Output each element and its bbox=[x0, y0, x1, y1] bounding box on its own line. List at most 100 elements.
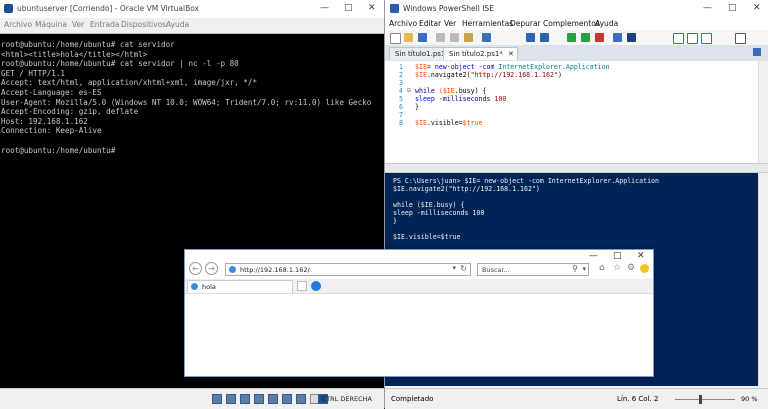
layout-top-icon[interactable] bbox=[673, 33, 684, 44]
commands-pane-icon[interactable] bbox=[735, 33, 746, 44]
ise-window-title: Windows PowerShell ISE bbox=[403, 4, 494, 13]
tab-close-icon[interactable]: ✕ bbox=[508, 48, 514, 61]
console-line: PS C:\Users\juan> $IE= new-object -com I… bbox=[393, 177, 659, 185]
favorites-icon[interactable]: ☆ bbox=[613, 263, 621, 273]
copy-icon[interactable] bbox=[450, 33, 459, 42]
menu-herramientas[interactable]: Herramientas bbox=[462, 19, 513, 28]
minimize-icon[interactable]: — bbox=[320, 3, 329, 13]
settings-gear-icon[interactable]: ⚙ bbox=[627, 263, 635, 273]
open-folder-icon[interactable] bbox=[404, 33, 413, 42]
minimize-icon[interactable]: — bbox=[589, 251, 598, 261]
powershell-console-icon[interactable] bbox=[627, 33, 636, 42]
close-icon[interactable]: ✕ bbox=[753, 3, 761, 13]
console-line: ​ bbox=[393, 225, 759, 233]
close-icon[interactable]: ✕ bbox=[637, 251, 645, 261]
internet-explorer-window: — □ ✕ ← → http://192.168.1.162/ ↻ ▾ Busc… bbox=[184, 249, 654, 377]
tab-sin-titulo2[interactable]: Sin título2.ps1* ✕ bbox=[443, 47, 518, 60]
cursor-position: Lín. 6 Col. 2 bbox=[617, 395, 659, 403]
menu-ayuda[interactable]: Ayuda bbox=[166, 20, 189, 29]
menu-editar[interactable]: Editar bbox=[419, 19, 441, 28]
terminal-line: GET / HTTP/1.1 bbox=[1, 68, 66, 78]
layout-right-icon[interactable] bbox=[687, 33, 698, 44]
menu-archivo[interactable]: Archivo bbox=[4, 20, 32, 29]
line-number: 2 bbox=[399, 71, 403, 79]
terminal-line: Host: 192.168.1.162 bbox=[1, 116, 88, 126]
console-scrollbar[interactable] bbox=[758, 173, 768, 386]
virtualbox-statusbar: CTRL DERECHA bbox=[0, 388, 384, 409]
search-dropdown-icon[interactable]: ▾ bbox=[452, 264, 456, 272]
search-box[interactable]: Buscar... ⚲ ▾ bbox=[477, 263, 589, 276]
collapse-region-icon[interactable]: ⊟ bbox=[407, 87, 411, 95]
forward-icon[interactable]: → bbox=[205, 262, 218, 275]
feedback-smiley-icon[interactable] bbox=[640, 264, 649, 273]
network-icon[interactable] bbox=[254, 394, 264, 404]
line-number: 8 bbox=[399, 119, 403, 127]
home-icon[interactable]: ⌂ bbox=[599, 263, 605, 273]
menu-maquina[interactable]: Máquina bbox=[35, 20, 67, 29]
stop-icon[interactable] bbox=[595, 33, 604, 42]
terminal-line: Accept-Encoding: gzip, deflate bbox=[1, 107, 139, 117]
new-file-icon[interactable] bbox=[390, 33, 401, 44]
line-number: 1 bbox=[399, 63, 403, 71]
close-icon[interactable]: ✕ bbox=[368, 3, 376, 13]
run-script-icon[interactable] bbox=[567, 33, 576, 42]
redo-icon[interactable] bbox=[540, 33, 549, 42]
display-icon[interactable] bbox=[296, 394, 306, 404]
layout-max-icon[interactable] bbox=[701, 33, 712, 44]
search-icon[interactable]: ⚲ bbox=[572, 264, 578, 273]
address-text: http://192.168.1.162/ bbox=[240, 266, 310, 274]
save-icon[interactable] bbox=[418, 33, 427, 42]
ie-toolbar: — □ ✕ ← → http://192.168.1.162/ ↻ ▾ Busc… bbox=[185, 250, 653, 278]
menu-complementos[interactable]: Complementos bbox=[543, 19, 600, 28]
optical-drive-icon[interactable] bbox=[226, 394, 236, 404]
code-line: } bbox=[415, 103, 419, 111]
menu-dispositivos[interactable]: Dispositivos bbox=[121, 20, 166, 29]
line-number: 4 bbox=[399, 87, 403, 95]
remote-powershell-icon[interactable] bbox=[613, 33, 622, 42]
menu-archivo[interactable]: Archivo bbox=[389, 19, 417, 28]
editor-scrollbar[interactable] bbox=[758, 61, 768, 163]
usb-icon[interactable] bbox=[268, 394, 278, 404]
address-bar[interactable]: http://192.168.1.162/ ↻ ▾ bbox=[225, 263, 471, 276]
script-editor[interactable]: 1 2 3 4 5 6 7 8 ⊟ $IE= new-object -com I… bbox=[385, 61, 759, 163]
pane-splitter[interactable] bbox=[385, 163, 768, 173]
clear-console-icon[interactable] bbox=[482, 33, 491, 42]
new-tab-icon[interactable] bbox=[297, 281, 307, 291]
line-number: 7 bbox=[399, 111, 403, 119]
ise-toolbar bbox=[385, 30, 768, 46]
maximize-icon[interactable]: □ bbox=[728, 3, 737, 13]
audio-icon[interactable] bbox=[240, 394, 250, 404]
code-line: $IE.visible=$true bbox=[415, 119, 483, 127]
back-icon[interactable]: ← bbox=[189, 262, 202, 275]
terminal-line: User-Agent: Mozilla/5.0 (Windows NT 10.0… bbox=[1, 97, 372, 107]
refresh-icon[interactable]: ↻ bbox=[460, 264, 467, 273]
ie-content-area[interactable] bbox=[185, 294, 653, 376]
code-line: sleep -milliseconds 100 bbox=[415, 95, 507, 103]
ise-tab-strip: Sin título1.ps1* Sin título2.ps1* ✕ bbox=[385, 45, 768, 62]
hard-disk-icon[interactable] bbox=[212, 394, 222, 404]
run-selection-icon[interactable] bbox=[581, 33, 590, 42]
maximize-icon[interactable]: □ bbox=[344, 3, 353, 13]
menu-ayuda[interactable]: Ayuda bbox=[595, 19, 618, 28]
search-dropdown-icon[interactable]: ▾ bbox=[582, 265, 586, 273]
cut-icon[interactable] bbox=[436, 33, 445, 42]
menu-entrada[interactable]: Entrada bbox=[90, 20, 119, 29]
console-line: sleep -milliseconds 100 bbox=[393, 209, 485, 217]
ie-tab[interactable]: hola bbox=[187, 280, 293, 293]
terminal-line: Connection: Keep-Alive bbox=[1, 126, 102, 136]
zoom-slider-thumb[interactable] bbox=[699, 395, 702, 404]
shared-folders-icon[interactable] bbox=[282, 394, 292, 404]
maximize-icon[interactable]: □ bbox=[613, 251, 622, 261]
paste-icon[interactable] bbox=[464, 33, 473, 42]
menu-ver[interactable]: Ver bbox=[444, 19, 456, 28]
status-text: Completado bbox=[391, 395, 434, 403]
console-line: ​ bbox=[393, 241, 759, 249]
powershell-app-icon bbox=[390, 4, 399, 13]
undo-icon[interactable] bbox=[526, 33, 535, 42]
menu-ver[interactable]: Ver bbox=[72, 20, 84, 29]
zoom-slider[interactable] bbox=[675, 395, 735, 404]
minimize-icon[interactable]: — bbox=[703, 3, 712, 13]
collapse-script-pane-icon[interactable] bbox=[753, 48, 761, 56]
ise-titlebar: Windows PowerShell ISE — □ ✕ bbox=[385, 0, 768, 19]
menu-depurar[interactable]: Depurar bbox=[510, 19, 541, 28]
